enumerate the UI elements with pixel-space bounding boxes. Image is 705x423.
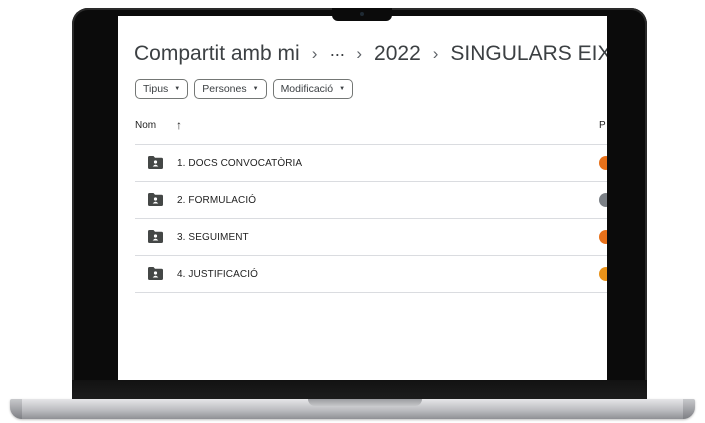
- folder-name: 4. JUSTIFICACIÓ: [177, 268, 258, 280]
- dropdown-arrow-icon: ▼: [339, 86, 346, 92]
- laptop-base-edge-left: [10, 399, 22, 419]
- shared-folder-icon: [148, 230, 163, 243]
- owner-column-header[interactable]: P: [599, 120, 606, 131]
- owner-avatar[interactable]: [599, 156, 607, 170]
- folder-row[interactable]: 4. JUSTIFICACIÓ: [135, 255, 607, 293]
- drive-screen: Compartit amb mi › ··· › 2022 › SINGULAR…: [118, 16, 607, 380]
- folder-row[interactable]: 3. SEGUIMENT: [135, 218, 607, 255]
- breadcrumb-2022[interactable]: 2022: [374, 42, 421, 66]
- folder-name: 1. DOCS CONVOCATÒRIA: [177, 157, 303, 169]
- laptop-base-edge-right: [683, 399, 695, 419]
- filter-people-label: Persones: [202, 83, 247, 95]
- laptop-opening-notch: [308, 399, 422, 406]
- breadcrumb-more-button[interactable]: ···: [329, 44, 345, 65]
- column-header: Nom ↑ P: [135, 118, 607, 136]
- camera-icon: [360, 12, 364, 16]
- camera-notch: [332, 8, 392, 21]
- folder-name: 2. FORMULACIÓ: [177, 194, 257, 206]
- owner-avatar[interactable]: [599, 267, 607, 281]
- folder-row[interactable]: 2. FORMULACIÓ: [135, 181, 607, 218]
- shared-folder-icon: [148, 267, 163, 280]
- shared-folder-icon: [148, 156, 163, 169]
- folder-row[interactable]: 1. DOCS CONVOCATÒRIA: [135, 144, 607, 181]
- filter-type-label: Tipus: [143, 83, 169, 95]
- filter-modified-label: Modificació: [280, 83, 334, 95]
- sort-ascending-icon[interactable]: ↑: [176, 118, 182, 132]
- folder-list: 1. DOCS CONVOCATÒRIA 2. FORMULACIÓ 3. SE…: [135, 144, 607, 293]
- breadcrumb-separator-icon: ›: [356, 44, 363, 63]
- breadcrumb-current-folder[interactable]: SINGULARS EIX E: [450, 42, 607, 66]
- dropdown-arrow-icon: ▼: [252, 86, 259, 92]
- laptop-base: [10, 399, 695, 419]
- name-column-header[interactable]: Nom: [135, 120, 156, 131]
- filter-modified-chip[interactable]: Modificació ▼: [272, 79, 354, 99]
- breadcrumb: Compartit amb mi › ··· › 2022 › SINGULAR…: [134, 38, 607, 70]
- breadcrumb-shared-with-me[interactable]: Compartit amb mi: [134, 42, 300, 66]
- laptop-bottom-bezel: [72, 380, 647, 400]
- filter-type-chip[interactable]: Tipus ▼: [135, 79, 189, 99]
- filter-bar: Tipus ▼ Persones ▼ Modificació ▼: [135, 79, 354, 99]
- owner-avatar[interactable]: [599, 230, 607, 244]
- breadcrumb-separator-icon: ›: [432, 44, 439, 63]
- folder-name: 3. SEGUIMENT: [177, 231, 249, 243]
- shared-folder-icon: [148, 193, 163, 206]
- dropdown-arrow-icon: ▼: [174, 86, 181, 92]
- owner-avatar[interactable]: [599, 193, 607, 207]
- filter-people-chip[interactable]: Persones ▼: [194, 79, 267, 99]
- breadcrumb-separator-icon: ›: [311, 44, 318, 63]
